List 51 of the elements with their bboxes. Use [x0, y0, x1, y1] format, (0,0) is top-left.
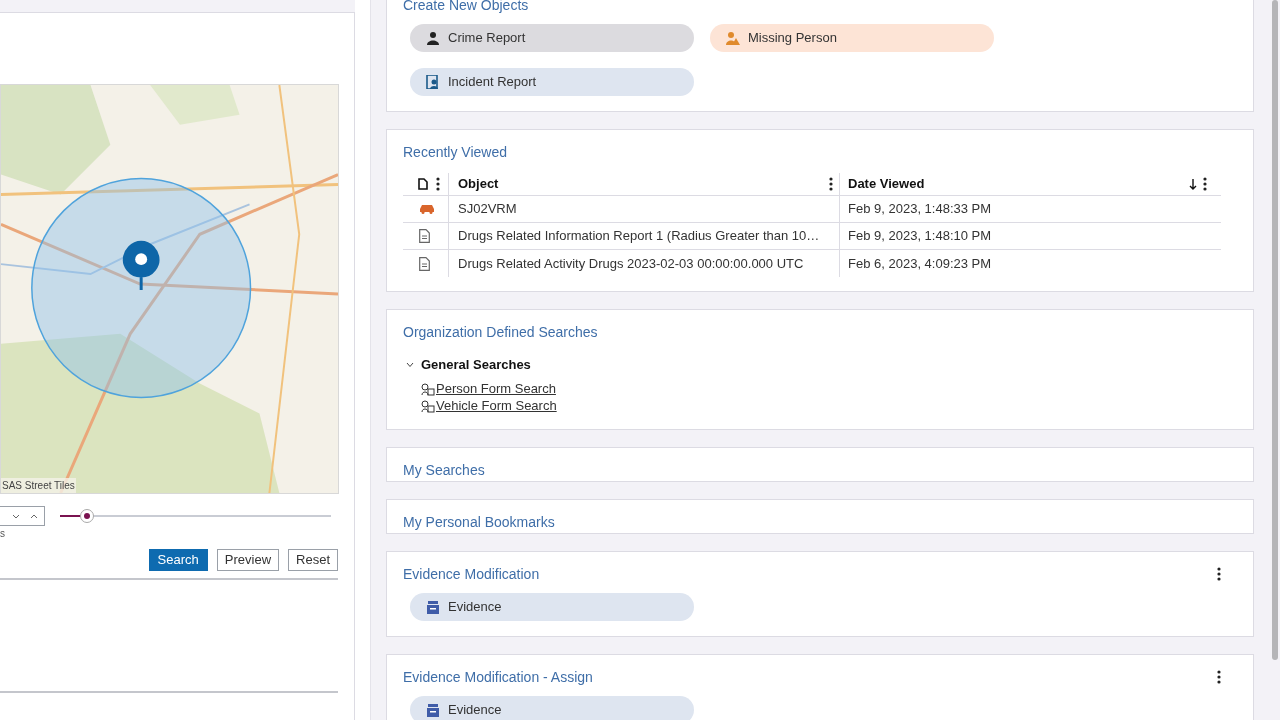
more-options-icon[interactable]: [829, 177, 833, 191]
panel-title: Evidence Modification - Assign: [403, 667, 593, 687]
more-options-icon[interactable]: [1217, 670, 1221, 684]
document-icon: [418, 178, 428, 190]
form-button[interactable]: Reset: [288, 549, 338, 571]
panel-title: Evidence Modification: [403, 564, 540, 584]
table-cell[interactable]: SJ02VRM: [448, 196, 839, 222]
table-cell: Feb 9, 2023, 1:48:10 PM: [839, 223, 1221, 249]
document-icon: [419, 256, 430, 271]
chevron-down-icon[interactable]: [406, 360, 414, 369]
create-object-button[interactable]: Missing Person: [710, 24, 994, 52]
column-header[interactable]: Date Viewed: [848, 174, 925, 194]
panel-title: Create New Objects: [403, 0, 529, 15]
create-object-button[interactable]: Incident Report: [410, 68, 694, 96]
box-icon: [426, 599, 440, 614]
more-options-icon[interactable]: [436, 177, 440, 191]
panel-title: My Personal Bookmarks: [403, 512, 555, 532]
slider-thumb[interactable]: [80, 509, 95, 523]
document-icon: [419, 229, 430, 243]
field-hint: s: [0, 528, 6, 540]
search-form-icon: [421, 382, 435, 396]
number-stepper[interactable]: [0, 506, 45, 526]
scrollbar[interactable]: [1272, 0, 1278, 660]
chevron-down-icon[interactable]: [12, 513, 20, 519]
map-attribution: SAS Street Tiles: [1, 478, 76, 493]
search-form-icon: [421, 399, 435, 413]
table-cell: Feb 6, 2023, 4:09:23 PM: [839, 250, 1221, 277]
car-icon: [419, 204, 435, 214]
table-cell: Feb 9, 2023, 1:48:33 PM: [839, 196, 1221, 222]
search-link[interactable]: Person Form Search: [436, 379, 556, 399]
more-options-icon[interactable]: [1217, 567, 1221, 581]
create-object-button[interactable]: Evidence: [410, 592, 694, 621]
panel-title: Recently Viewed: [403, 143, 508, 162]
table-cell[interactable]: Drugs Related Activity Drugs 2023-02-03 00:00:00.000 UTC: [448, 250, 839, 277]
person-icon: [426, 31, 440, 45]
panel-title: My Searches: [403, 460, 485, 480]
box-icon: [426, 702, 440, 717]
panel-title: Organization Defined Searches: [403, 323, 598, 342]
chevron-up-icon[interactable]: [30, 513, 38, 519]
tree-group-label[interactable]: General Searches: [421, 355, 531, 375]
person-warning-icon: [726, 31, 740, 45]
form-button[interactable]: Search: [148, 549, 208, 571]
report-icon: [426, 75, 440, 89]
form-button[interactable]: Preview: [216, 549, 280, 571]
table-cell[interactable]: Drugs Related Information Report 1 (Radius Greater than 10…: [448, 223, 839, 249]
more-options-icon[interactable]: [1203, 177, 1207, 191]
create-object-button[interactable]: Crime Report: [410, 24, 694, 52]
search-link[interactable]: Vehicle Form Search: [436, 396, 557, 416]
column-header[interactable]: Object: [458, 174, 499, 194]
sort-down-icon[interactable]: [1189, 178, 1197, 190]
create-object-button[interactable]: Evidence: [410, 695, 694, 720]
